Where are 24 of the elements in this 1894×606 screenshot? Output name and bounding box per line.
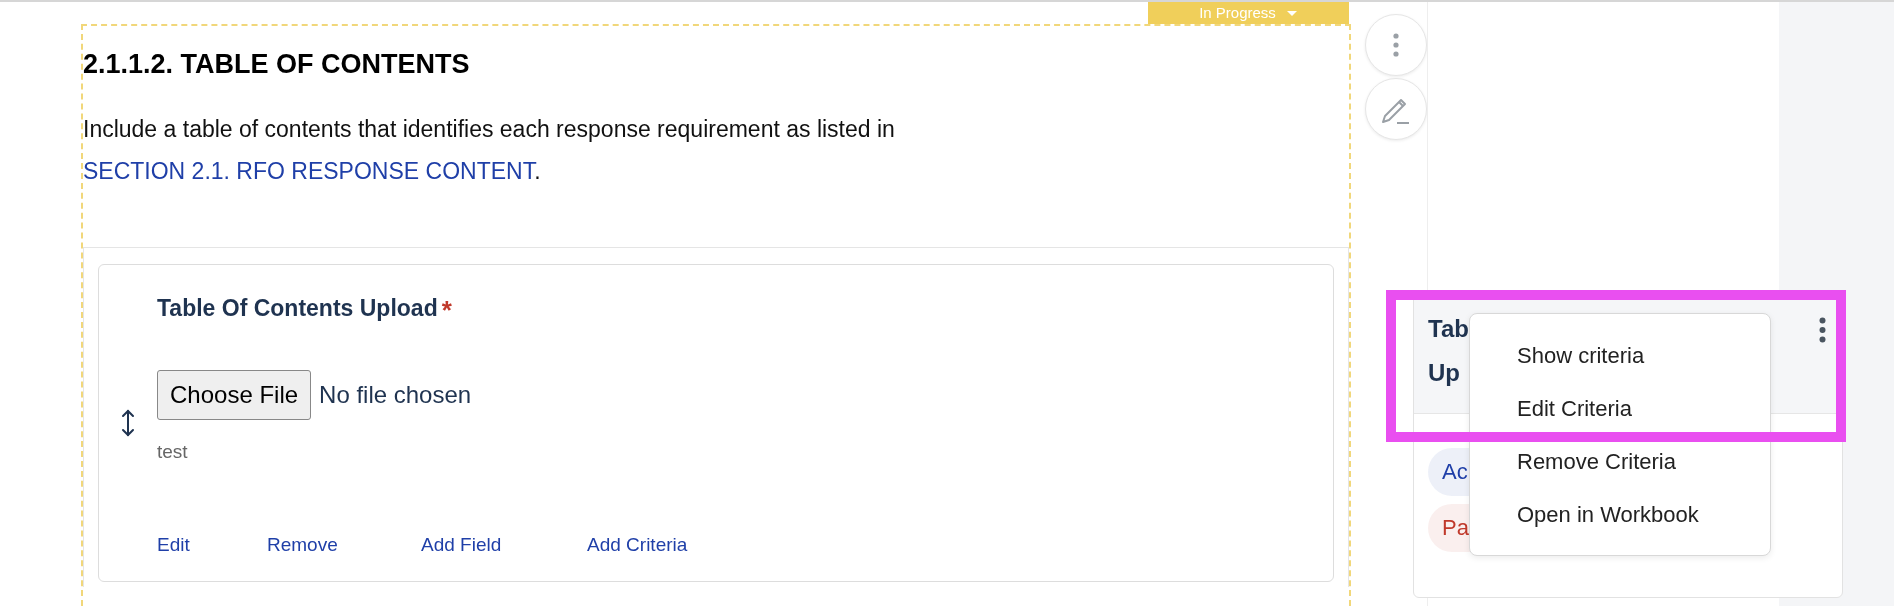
edit-button[interactable] bbox=[1365, 78, 1427, 140]
action-link[interactable]: Remove bbox=[267, 530, 421, 559]
menu-item[interactable]: Show criteria bbox=[1517, 342, 1645, 370]
action-link[interactable]: Edit bbox=[157, 530, 267, 559]
action-link[interactable]: Add Criteria bbox=[587, 530, 688, 559]
menu-item[interactable]: Remove Criteria bbox=[1517, 448, 1676, 476]
menu-item[interactable]: Edit Criteria bbox=[1517, 395, 1632, 423]
choose-file-button[interactable]: Choose File bbox=[157, 370, 312, 420]
intro-paragraph: Include a table of contents that identifies each response requirement as listed in SECTION 2.1. RFO RESPONSE CONTENT. bbox=[83, 115, 896, 186]
card-title: Tab bbox=[1428, 314, 1469, 344]
updown-arrow-icon bbox=[120, 409, 136, 437]
file-status: No file chosen bbox=[319, 380, 472, 410]
section-link[interactable]: SECTION 2.1. RFO RESPONSE CONTENT bbox=[83, 158, 535, 184]
card-title: Up bbox=[1428, 358, 1461, 388]
kebab-icon bbox=[1819, 317, 1826, 343]
field-title: Table Of Contents Upload bbox=[157, 295, 438, 321]
required-mark: * bbox=[441, 295, 452, 325]
section-heading: 2.1.1.2. TABLE OF CONTENTS bbox=[83, 48, 471, 81]
menu-item[interactable]: Open in Workbook bbox=[1517, 501, 1699, 529]
field-description: test bbox=[157, 440, 189, 464]
more-options-button[interactable] bbox=[1819, 315, 1826, 345]
caret-icon bbox=[1285, 9, 1298, 17]
kebab-icon bbox=[1393, 33, 1399, 57]
action-link[interactable]: Add Field bbox=[421, 530, 587, 559]
